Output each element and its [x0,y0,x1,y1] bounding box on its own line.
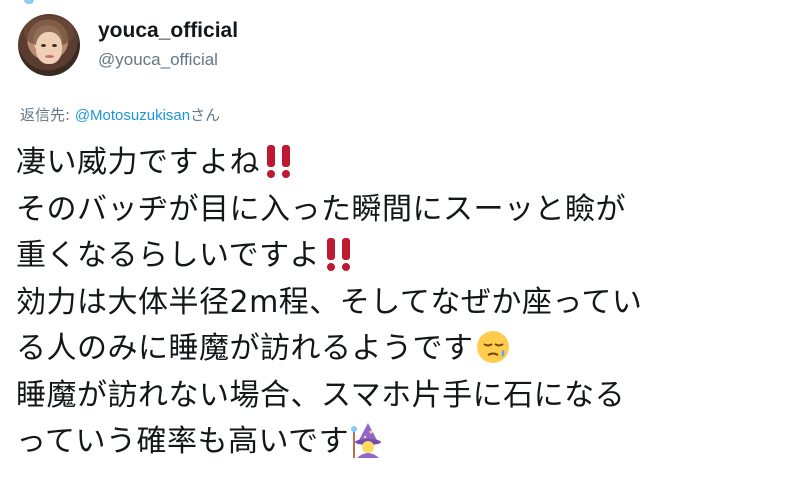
woman-mage-icon [351,422,385,458]
tweet-line-text: っていう確率も高いです [16,424,350,459]
double-exclamation-icon [322,236,356,272]
tweet-line: 効力は大体半径2m程、そしてなぜか座ってい [16,280,791,327]
tweet-header: youca_official @youca_official [18,10,238,80]
tweet-line-text: そのバッヂが目に入った瞬間にスーッと瞼が [16,191,626,227]
tweet-line: そのバッヂが目に入った瞬間にスーッと瞼が [16,187,791,234]
tweet-line-text: 重くなるらしいですよ [16,238,321,273]
reply-prefix: 返信先: [20,106,75,124]
decorative-dot [24,0,34,4]
tweet-text: 凄い威力ですよね そのバッヂが目に入った瞬間にスーッと瞼が 重くなるらしいですよ… [16,140,791,466]
reply-suffix: さん [190,106,221,124]
tweet-line: 凄い威力ですよね [16,140,791,187]
avatar[interactable] [18,14,80,76]
tweet-line: 睡魔が訪れない場合、スマホ片手に石になる [16,373,791,420]
tweet-card: youca_official @youca_official 返信先: @Mot… [0,0,800,477]
tweet-line-text: 凄い威力ですよね [16,145,260,180]
tweet-line: 重くなるらしいですよ [16,233,791,280]
user-names: youca_official @youca_official [98,18,238,72]
double-exclamation-icon [262,143,296,179]
tweet-line: っていう確率も高いです [16,419,791,466]
tweet-line-text: る人のみに睡魔が訪れるようです [16,331,474,366]
user-handle[interactable]: @youca_official [98,48,238,72]
reply-mention-link[interactable]: @Motosuzukisan [75,107,190,124]
reply-to-line: 返信先: @Motosuzukisanさん [20,104,220,125]
tweet-line: る人のみに睡魔が訪れるようです [16,326,791,373]
tweet-line-text: 効力は大体半径2m程、そしてなぜか座ってい [16,284,643,320]
tweet-line-text: 睡魔が訪れない場合、スマホ片手に石になる [16,377,626,413]
display-name[interactable]: youca_official [98,18,238,44]
sleepy-face-icon [476,329,510,365]
